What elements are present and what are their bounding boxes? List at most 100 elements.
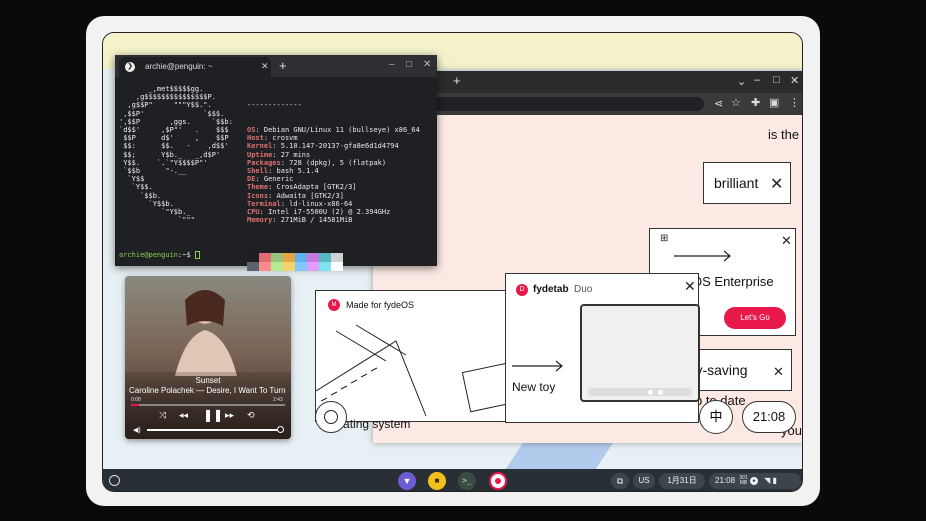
ime-bubble[interactable]: 中 xyxy=(699,400,733,434)
media-app-icon[interactable] xyxy=(489,472,507,490)
prompt-user: archie@penguin xyxy=(119,251,179,259)
lets-go-button[interactable]: Let's Go xyxy=(724,307,786,329)
info-key: Packages xyxy=(247,158,281,167)
brilliant-label: brilliant xyxy=(714,175,759,191)
repeat-icon[interactable]: ⟲ xyxy=(247,410,255,421)
brilliant-card: brilliant ✕ xyxy=(703,162,791,204)
fydetab-duo-card: D fydetab Duo ✕ New toy xyxy=(505,273,700,423)
info-value: 271MiB / 14581MiB xyxy=(280,216,353,225)
palette-swatch xyxy=(319,261,331,271)
clock-bubble: 21:08 xyxy=(742,401,796,433)
volume-icon: ◀) xyxy=(133,427,141,434)
desktop: + ⌄ – □ ✕ ⋖ ☆ ✚ ▣ ⋮ is the brilliant ✕ ⊞… xyxy=(102,32,803,492)
info-line: Theme: CrosAdapta [GTK2/3] xyxy=(247,183,357,192)
terminal-app-icon[interactable]: >_ xyxy=(458,472,476,490)
building-icon: ⊞ xyxy=(660,233,669,244)
battery-icon: ▮ xyxy=(772,476,777,485)
minimize-icon[interactable]: – xyxy=(754,74,760,86)
notification-icon: ● xyxy=(749,476,758,485)
side-panel-icon[interactable]: ▣ xyxy=(769,96,779,109)
web-page: is the brilliant ✕ ⊞ ✕ OS Enterprise Let… xyxy=(315,115,802,443)
ascii-logo: _,met$$$$$gg. ,g$$$$$$$$$$$$$$$P. ,g$$P"… xyxy=(119,85,233,225)
seek-bar[interactable] xyxy=(131,404,285,406)
share-icon[interactable]: ⋖ xyxy=(714,97,723,110)
extensions-icon[interactable]: ✚ xyxy=(751,96,760,109)
close-icon[interactable]: ✕ xyxy=(684,278,696,294)
made-for-label: Made for fydeOS xyxy=(346,300,415,310)
palette-swatch xyxy=(271,261,283,271)
palette-swatch xyxy=(307,252,319,262)
info-value: 728 (dpkg), 5 (flatpak) xyxy=(289,158,387,167)
info-value: bash 5.1.4 xyxy=(276,167,319,176)
next-icon[interactable]: ▸▸ xyxy=(225,410,234,421)
browser-toolbar: ⋖ ☆ ✚ ▣ ⋮ xyxy=(373,93,802,115)
shell-prompt[interactable]: archie@penguin:~$ xyxy=(119,251,200,259)
info-line: Host: crosvm xyxy=(247,134,298,143)
info-line: DE: Generic xyxy=(247,175,294,184)
ruler-illustration xyxy=(316,324,516,417)
close-icon[interactable]: ✕ xyxy=(261,61,269,72)
info-line: OS: Debian GNU/Linux 11 (bullseye) x86_6… xyxy=(247,126,420,135)
shuffle-icon[interactable]: ⤨ xyxy=(159,410,166,421)
palette-swatch xyxy=(247,261,259,271)
clipboard-icon[interactable]: ⧉ xyxy=(611,473,629,489)
terminal-window[interactable]: ❯ archie@penguin: ~ ✕ + – □ ✕ _,met$$$$$… xyxy=(115,55,437,271)
maximize-icon[interactable]: □ xyxy=(773,74,780,86)
info-line: Kernel: 5.10.147-20137-gfa8e6d1d4794 xyxy=(247,142,399,151)
shelf: ▼ ■ >_ ⧉ US 1月31日 21:08 301 MB ● ◥ ▮ xyxy=(103,469,802,491)
palette-swatch xyxy=(307,261,319,271)
wifi-icon: ◥ xyxy=(764,476,771,485)
volume-slider[interactable] xyxy=(147,429,281,431)
info-separator: ------------- xyxy=(247,101,302,110)
close-icon[interactable]: ✕ xyxy=(790,74,799,87)
info-value: 5.10.147-20137-gfa8e6d1d4794 xyxy=(280,142,399,151)
info-line: CPU: Intel i7-5500U (2) @ 2.394GHz xyxy=(247,208,391,217)
close-icon[interactable]: ✕ xyxy=(423,59,431,70)
cursor xyxy=(194,251,200,259)
info-line: Packages: 728 (dpkg), 5 (flatpak) xyxy=(247,158,387,167)
browser-tab-strip: + ⌄ – □ ✕ xyxy=(373,71,802,93)
info-key: Theme xyxy=(247,183,269,192)
circle-button[interactable] xyxy=(315,401,347,433)
date-tray[interactable]: 1月31日 xyxy=(659,473,705,489)
palette-swatch xyxy=(295,252,307,262)
info-value: Adwaita [GTK2/3] xyxy=(276,191,344,200)
track-title: Sunset xyxy=(195,376,221,385)
palette-swatch xyxy=(331,252,343,262)
previous-icon[interactable]: ◂◂ xyxy=(179,410,188,421)
terminal-icon: ❯ xyxy=(125,62,135,72)
close-icon[interactable]: ✕ xyxy=(773,364,784,380)
status-tray[interactable]: 21:08 301 MB ● ◥ ▮ xyxy=(709,473,801,489)
info-value: ld-linux-x86-64 xyxy=(289,199,353,208)
new-tab-button[interactable]: + xyxy=(453,73,461,88)
fydeos-app-icon[interactable]: ▼ xyxy=(398,472,416,490)
palette-swatch xyxy=(283,261,295,271)
files-app-icon[interactable]: ■ xyxy=(428,472,446,490)
tablet-illustration xyxy=(580,304,700,402)
fydeos-logo-icon: M xyxy=(328,299,340,311)
minimize-icon[interactable]: – xyxy=(389,59,395,70)
info-key: Kernel xyxy=(247,142,273,151)
ime-indicator[interactable]: US xyxy=(633,473,655,489)
info-key: Memory xyxy=(247,216,273,225)
terminal-tab-title: archie@penguin: ~ xyxy=(145,62,213,71)
menu-icon[interactable]: ⋮ xyxy=(789,96,800,109)
close-icon[interactable]: ✕ xyxy=(770,177,783,193)
launcher-button[interactable] xyxy=(109,475,120,486)
info-line: Terminal: ld-linux-x86-64 xyxy=(247,199,353,208)
enterprise-label: OS Enterprise xyxy=(692,274,774,289)
headline-fragment: is the xyxy=(768,127,800,142)
chevron-down-icon[interactable]: ⌄ xyxy=(737,75,746,88)
new-toy-label: New toy xyxy=(512,380,556,394)
info-value: Debian GNU/Linux 11 (bullseye) x86_64 xyxy=(263,126,420,135)
terminal-tab[interactable]: ❯ archie@penguin: ~ ✕ xyxy=(119,57,271,77)
new-tab-button[interactable]: + xyxy=(279,58,287,73)
close-icon[interactable]: ✕ xyxy=(781,233,792,249)
volume-knob[interactable] xyxy=(277,426,284,433)
maximize-icon[interactable]: □ xyxy=(406,59,412,70)
browser-window[interactable]: + ⌄ – □ ✕ ⋖ ☆ ✚ ▣ ⋮ is the brilliant ✕ ⊞… xyxy=(315,71,802,443)
memory-unit: MB xyxy=(739,479,748,486)
pause-icon[interactable]: ❚❚ xyxy=(203,408,223,422)
bookmark-star-icon[interactable]: ☆ xyxy=(731,96,741,109)
media-player[interactable]: Sunset Caroline Polachek — Desire, I Wan… xyxy=(125,276,291,439)
